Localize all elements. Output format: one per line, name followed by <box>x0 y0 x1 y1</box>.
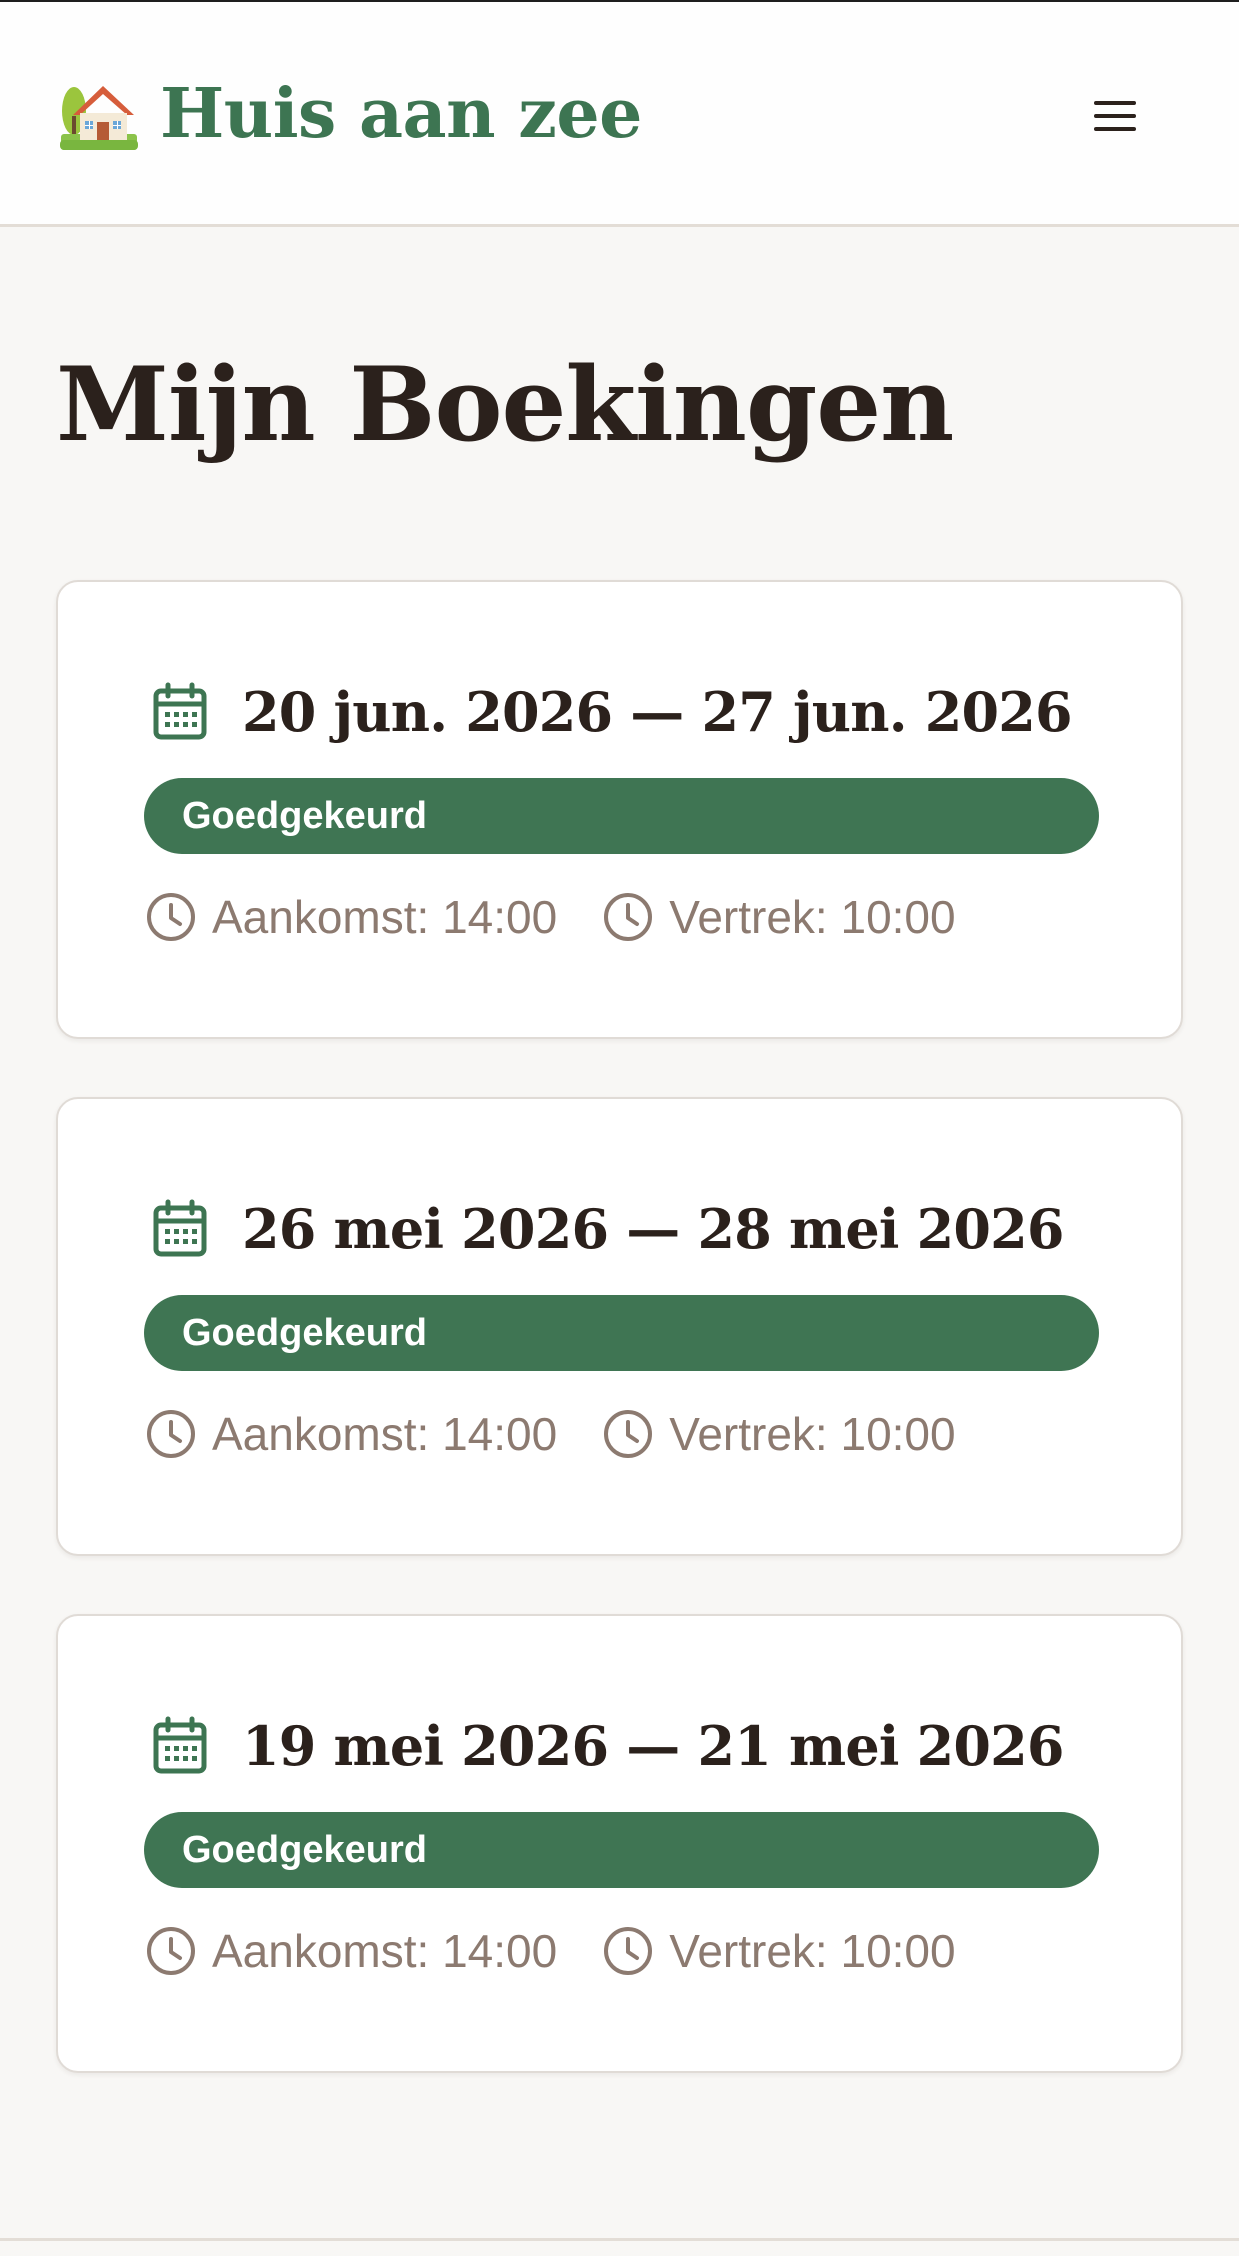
departure-time-text: Vertrek: 10:00 <box>669 1408 956 1460</box>
departure-time: Vertrek: 10:00 <box>601 1404 956 1464</box>
arrival-time: Aankomst: 14:00 <box>144 1921 557 1981</box>
page-title: Mijn Boekingen <box>56 345 954 465</box>
clock-icon <box>604 893 653 941</box>
clock-icon <box>147 893 195 941</box>
booking-date-row: 20 jun. 2026 — 27 jun. 2026 <box>148 672 1073 752</box>
booking-date-range: 26 mei 2026 — 28 mei 2026 <box>242 1197 1065 1261</box>
booking-times: Aankomst: 14:00 Vertrek: 10:00 <box>144 1916 956 1986</box>
booking-date-row: 19 mei 2026 — 21 mei 2026 <box>148 1706 1065 1786</box>
departure-time: Vertrek: 10:00 <box>601 887 956 947</box>
arrival-time: Aankomst: 14:00 <box>144 1404 557 1464</box>
clock-icon <box>147 1410 195 1458</box>
departure-time-text: Vertrek: 10:00 <box>669 1925 956 1977</box>
departure-time-text: Vertrek: 10:00 <box>669 891 956 943</box>
booking-date-range: 20 jun. 2026 — 27 jun. 2026 <box>242 680 1073 744</box>
booking-card[interactable]: 26 mei 2026 — 28 mei 2026 Goedgekeurd Aa… <box>56 1097 1183 1556</box>
booking-date-range: 19 mei 2026 — 21 mei 2026 <box>242 1714 1065 1778</box>
arrival-time-text: Aankomst: 14:00 <box>212 1925 558 1977</box>
status-badge: Goedgekeurd <box>144 778 1099 854</box>
clock-icon <box>147 1927 195 1975</box>
calendar-icon <box>153 1716 207 1774</box>
menu-line <box>1094 114 1136 118</box>
booking-card[interactable]: 19 mei 2026 — 21 mei 2026 Goedgekeurd Aa… <box>56 1614 1183 2073</box>
status-badge: Goedgekeurd <box>144 1295 1099 1371</box>
departure-time: Vertrek: 10:00 <box>601 1921 956 1981</box>
calendar-icon <box>153 682 207 740</box>
booking-card[interactable]: 20 jun. 2026 — 27 jun. 2026 Goedgekeurd … <box>56 580 1183 1039</box>
footer-divider <box>0 2238 1239 2241</box>
booking-date-row: 26 mei 2026 — 28 mei 2026 <box>148 1189 1065 1269</box>
arrival-time: Aankomst: 14:00 <box>144 887 557 947</box>
arrival-time-text: Aankomst: 14:00 <box>212 1408 558 1460</box>
hamburger-menu-button[interactable] <box>1084 90 1144 144</box>
menu-line <box>1094 127 1136 131</box>
booking-times: Aankomst: 14:00 Vertrek: 10:00 <box>144 882 956 952</box>
booking-times: Aankomst: 14:00 Vertrek: 10:00 <box>144 1399 956 1469</box>
house-logo-icon[interactable] <box>58 72 140 154</box>
top-navigation-bar: Huis aan zee <box>0 0 1239 227</box>
clock-icon <box>604 1410 653 1458</box>
menu-line <box>1094 101 1136 105</box>
calendar-icon <box>153 1199 207 1257</box>
clock-icon <box>604 1927 653 1975</box>
brand-title[interactable]: Huis aan zee <box>160 70 642 158</box>
status-badge: Goedgekeurd <box>144 1812 1099 1888</box>
arrival-time-text: Aankomst: 14:00 <box>212 891 558 943</box>
